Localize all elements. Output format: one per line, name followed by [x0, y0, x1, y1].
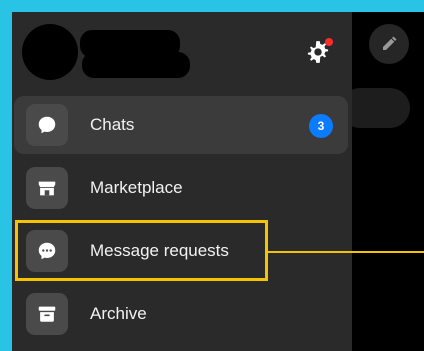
drawer-item-label: Marketplace [90, 178, 183, 197]
drawer-item-chats[interactable]: Chats 3 [14, 96, 348, 154]
drawer-item-label: Chats [90, 115, 135, 134]
avatar[interactable] [22, 24, 78, 80]
compose-button[interactable] [369, 24, 409, 64]
drawer-item-marketplace[interactable]: Marketplace [14, 159, 348, 217]
notification-dot [325, 38, 333, 46]
drawer-item-archive[interactable]: Archive [14, 285, 348, 343]
storefront-icon [26, 167, 68, 209]
chat-bubble-icon [26, 104, 68, 146]
callout-highlight-box [15, 220, 268, 281]
drawer-item-label: Archive [90, 304, 147, 323]
archive-icon [26, 293, 68, 335]
redacted-profile-name [82, 52, 190, 78]
callout-line [268, 251, 424, 253]
pencil-icon [383, 36, 397, 50]
unread-count-badge: 3 [309, 114, 333, 138]
